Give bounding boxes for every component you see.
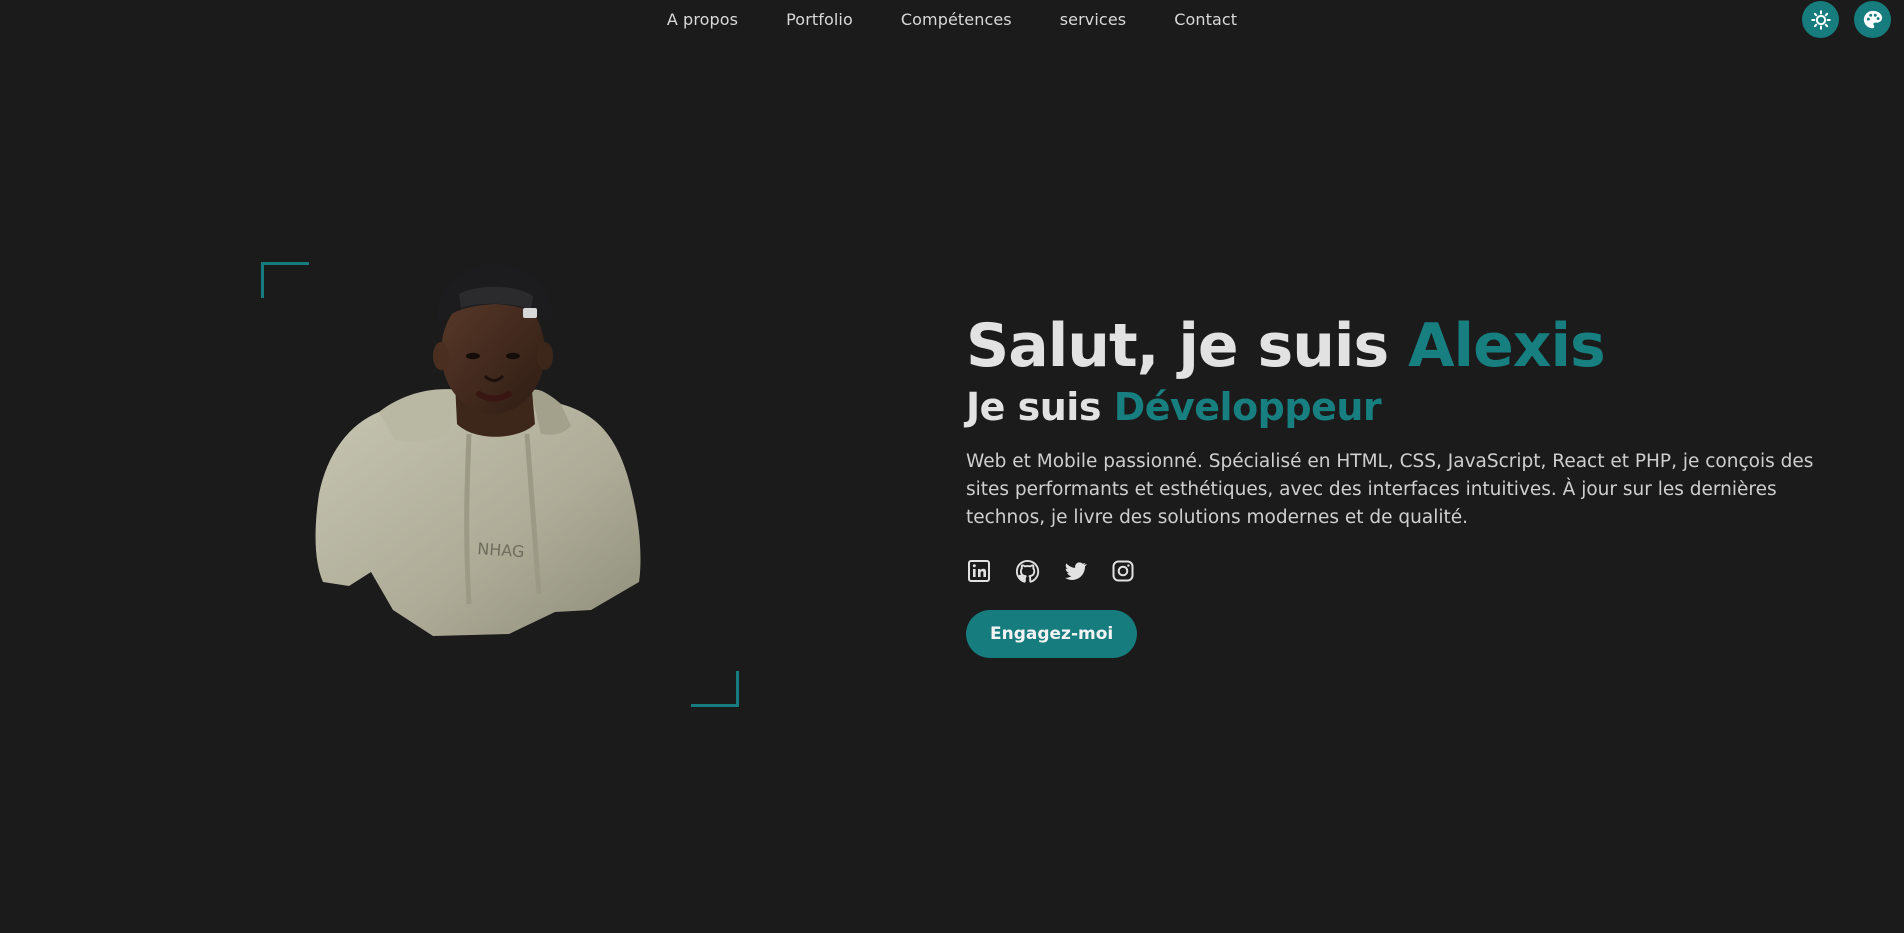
instagram-link[interactable] <box>1110 558 1136 584</box>
hero-intro: Salut, je suis Alexis Je suis Développeu… <box>966 310 1846 658</box>
palette-icon <box>1863 10 1882 28</box>
linkedin-link[interactable] <box>966 558 992 584</box>
nav-link-services[interactable]: services <box>1060 10 1126 29</box>
frame-corner-bottom-right <box>691 671 739 707</box>
github-link[interactable] <box>1014 558 1040 584</box>
nav-link-a-propos[interactable]: A propos <box>667 10 738 29</box>
color-palette-button[interactable] <box>1854 1 1891 38</box>
hero-description: Web et Mobile passionné. Spécialisé en H… <box>966 451 1814 528</box>
github-icon <box>1015 559 1039 583</box>
twitter-link[interactable] <box>1062 558 1088 584</box>
theme-toggle-button[interactable] <box>1802 1 1839 38</box>
hero-title-prefix: Salut, je suis <box>966 311 1409 381</box>
frame-corner-top-left <box>261 262 309 298</box>
hero-portrait-frame: NHAG <box>261 262 739 707</box>
profile-portrait-image: NHAG <box>315 264 641 636</box>
nav-link-contact[interactable]: Contact <box>1174 10 1237 29</box>
hero-subtitle-prefix: Je suis <box>966 385 1114 429</box>
hero-title-name: Alexis <box>1408 311 1606 381</box>
nav-link-competences[interactable]: Compétences <box>901 10 1012 29</box>
instagram-icon <box>1112 560 1134 582</box>
top-navbar: A propos Portfolio Compétences services … <box>0 0 1904 42</box>
social-links <box>966 558 1846 584</box>
nav-links: A propos Portfolio Compétences services … <box>0 10 1904 29</box>
hire-me-button[interactable]: Engagez-moi <box>966 610 1138 658</box>
nav-link-portfolio[interactable]: Portfolio <box>786 10 853 29</box>
hero-title: Salut, je suis Alexis <box>966 310 1846 382</box>
linkedin-icon <box>968 560 990 582</box>
svg-text:NHAG: NHAG <box>477 539 525 561</box>
hero-subtitle-role: Développeur <box>1113 385 1382 429</box>
twitter-icon <box>1064 561 1087 580</box>
hero-subtitle: Je suis Développeur <box>966 384 1846 430</box>
sun-icon <box>1810 9 1831 30</box>
